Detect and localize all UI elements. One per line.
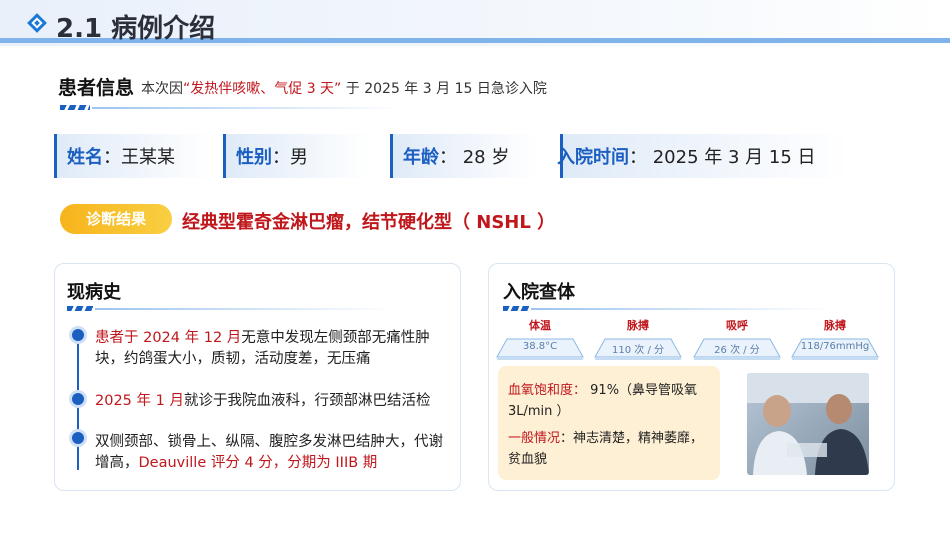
info-age-box: 年龄： 28 岁	[390, 134, 540, 178]
admission-date-value: ： 2025 年 3 月 15 日	[629, 147, 816, 168]
diagnosis-text: 经典型霍奇金淋巴瘤，结节硬化型（ NSHL ）	[182, 212, 556, 233]
page-title: 2.1 病例介绍	[56, 14, 216, 44]
admission-prefix: 本次因	[141, 81, 183, 97]
info-admission-date-box: 入院时间： 2025 年 3 月 15 日	[557, 134, 850, 178]
history-stripe-line	[95, 308, 395, 310]
age-value: ： 28 岁	[439, 147, 510, 168]
history-item-2: 2025 年 1 月就诊于我院血液科，行颈部淋巴结活检	[95, 391, 450, 412]
general-condition-label: 一般情况	[508, 431, 561, 446]
doctor-patient-photo	[747, 373, 869, 475]
history-item-2-text: 就诊于我院血液科，行颈部淋巴结活检	[183, 393, 431, 409]
vital-value: 26 次 / 分	[714, 345, 760, 356]
history-title: 现病史	[67, 282, 121, 303]
sex-value: ：男	[272, 147, 308, 168]
heading-stripe-accent	[60, 105, 90, 110]
vital-value: 38.8°C	[522, 341, 558, 352]
vital-respiration: 吸呼 26 次 / 分	[692, 317, 782, 360]
timeline-dot	[72, 432, 84, 444]
heading-stripe-line	[92, 107, 402, 109]
vital-trapezoid-icon	[791, 338, 879, 360]
spo2-line: 血氧饱和度： 91%（鼻导管吸氧 3L/min ）	[508, 380, 710, 422]
admission-date-label: 入院时间	[557, 147, 629, 168]
vital-blood-pressure: 脉搏 118/76mmHg	[790, 317, 880, 360]
name-value: ：王某某	[103, 147, 175, 168]
vital-value: 118/76mmHg	[800, 341, 870, 352]
spo2-label: 血氧饱和度：	[508, 383, 587, 398]
vital-label: 吸呼	[726, 319, 748, 332]
history-item-1: 患者于 2024 年 12 月无意中发现左侧颈部无痛性肿块，约鸽蛋大小，质韧，活…	[95, 328, 450, 370]
history-item-3-stage: Deauville 评分 4 分，分期为 IIIB 期	[138, 455, 378, 471]
vital-label: 脉搏	[824, 319, 846, 332]
history-item-2-date: 2025 年 1 月	[95, 393, 184, 409]
name-label: 姓名	[67, 147, 103, 168]
patient-info-heading: 患者信息	[58, 77, 135, 99]
vital-label: 体温	[529, 319, 551, 332]
admission-reason: “发热伴咳嗽、气促 3 天”	[183, 81, 342, 97]
history-stripe-accent	[67, 306, 93, 311]
vital-label: 脉搏	[627, 319, 649, 332]
timeline-dot	[72, 393, 84, 405]
timeline-dot	[72, 329, 84, 341]
age-label: 年龄	[403, 147, 439, 168]
history-item-3: 双侧颈部、锁骨上、纵隔、腹腔多发淋巴结肿大，代谢增高，Deauville 评分 …	[95, 432, 450, 474]
sex-label: 性别	[236, 147, 272, 168]
diagnosis-badge: 诊断结果	[60, 204, 172, 234]
vital-pulse: 脉搏 110 次 / 分	[593, 317, 683, 360]
vital-value: 110 次 / 分	[612, 345, 664, 356]
diamond-logo-icon	[27, 13, 47, 33]
vital-summary-box: 血氧饱和度： 91%（鼻导管吸氧 3L/min ） 一般情况：神志清楚，精神萎靡…	[498, 366, 720, 480]
info-sex-box: 性别 ：男	[223, 134, 373, 178]
exam-title: 入院查体	[503, 282, 575, 303]
history-item-1-date: 患者于 2024 年 12 月	[95, 330, 242, 346]
exam-stripe-line	[531, 308, 831, 310]
admission-suffix: 于 2025 年 3 月 15 日急诊入院	[341, 81, 547, 97]
vital-temperature: 体温 38.8°C	[495, 317, 585, 360]
general-condition-line: 一般情况：神志清楚，精神萎靡，贫血貌	[508, 428, 710, 470]
info-name-box: 姓名 ：王某某	[54, 134, 214, 178]
exam-stripe-accent	[503, 306, 529, 311]
admission-summary: 本次因“发热伴咳嗽、气促 3 天” 于 2025 年 3 月 15 日急诊入院	[141, 78, 547, 98]
